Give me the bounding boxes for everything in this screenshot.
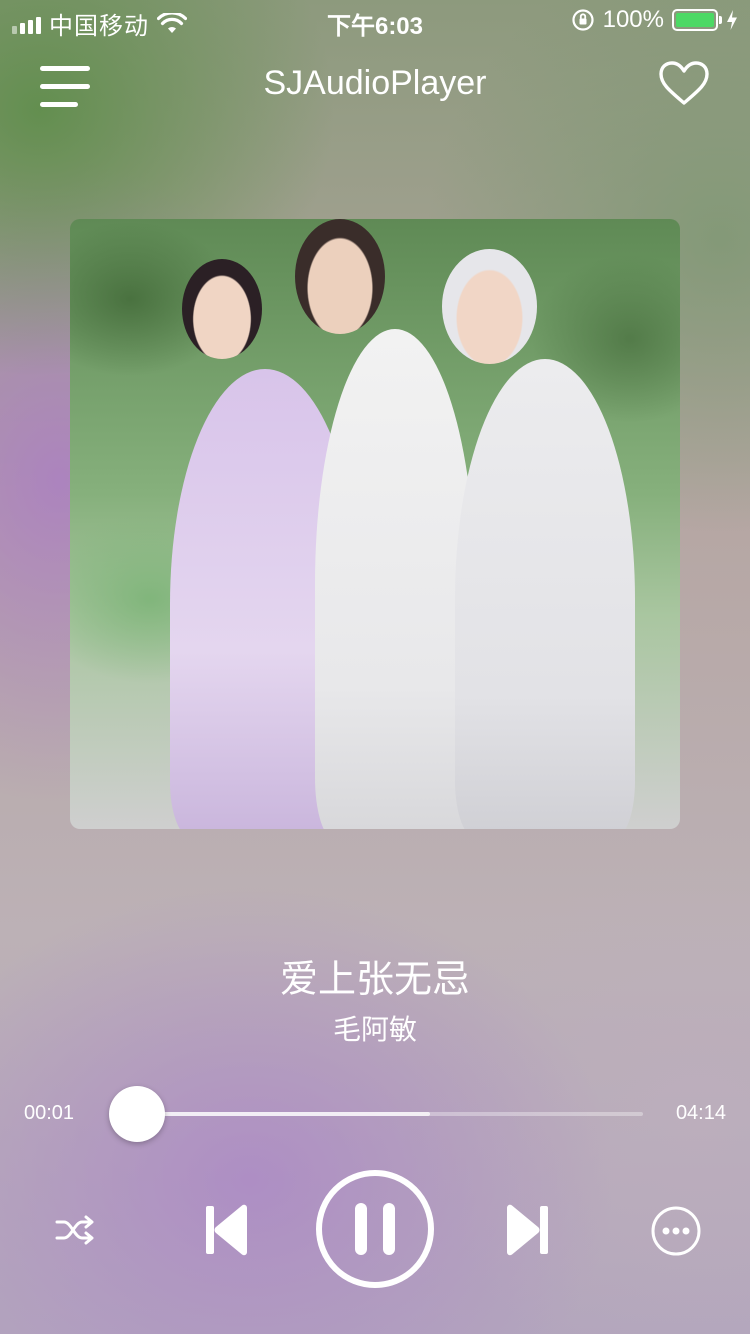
nav-bar: SJAudioPlayer (0, 40, 750, 130)
progress-buffered (135, 1112, 430, 1116)
previous-button[interactable] (198, 1198, 254, 1262)
favorite-button[interactable] (658, 60, 710, 108)
album-art-figure-right (455, 359, 635, 829)
orientation-lock-icon (572, 9, 594, 31)
album-art-head-right (442, 249, 537, 364)
album-art-head-left (182, 259, 262, 359)
shuffle-icon (55, 1215, 94, 1245)
battery-fill (676, 13, 714, 27)
battery-percent: 100% (602, 6, 664, 33)
previous-track-icon (206, 1204, 247, 1256)
total-time: 04:14 (675, 1102, 726, 1124)
progress-track[interactable] (135, 1112, 643, 1116)
status-right: 100% (571, 6, 738, 34)
next-button[interactable] (500, 1198, 556, 1262)
page-title: SJAudioPlayer (263, 64, 487, 102)
current-time: 00:01 (24, 1102, 75, 1124)
song-title: 爱上张无忌 (279, 959, 470, 1001)
album-art-head-center (295, 219, 385, 334)
song-artist: 毛阿敏 (332, 1014, 417, 1045)
heart-icon (659, 61, 709, 105)
more-icon (651, 1206, 701, 1256)
status-bar: 中国移动 下午6:03 100% (0, 0, 750, 40)
play-pause-button[interactable] (316, 1170, 434, 1288)
shuffle-button[interactable] (50, 1205, 100, 1255)
pause-icon (347, 1203, 403, 1255)
progress-thumb[interactable] (109, 1086, 166, 1142)
album-art (70, 219, 680, 829)
charging-bolt-icon (727, 10, 737, 30)
more-button[interactable] (650, 1205, 702, 1257)
battery-icon (672, 9, 722, 31)
next-track-icon (507, 1204, 548, 1256)
album-art-figure-center (315, 329, 475, 829)
